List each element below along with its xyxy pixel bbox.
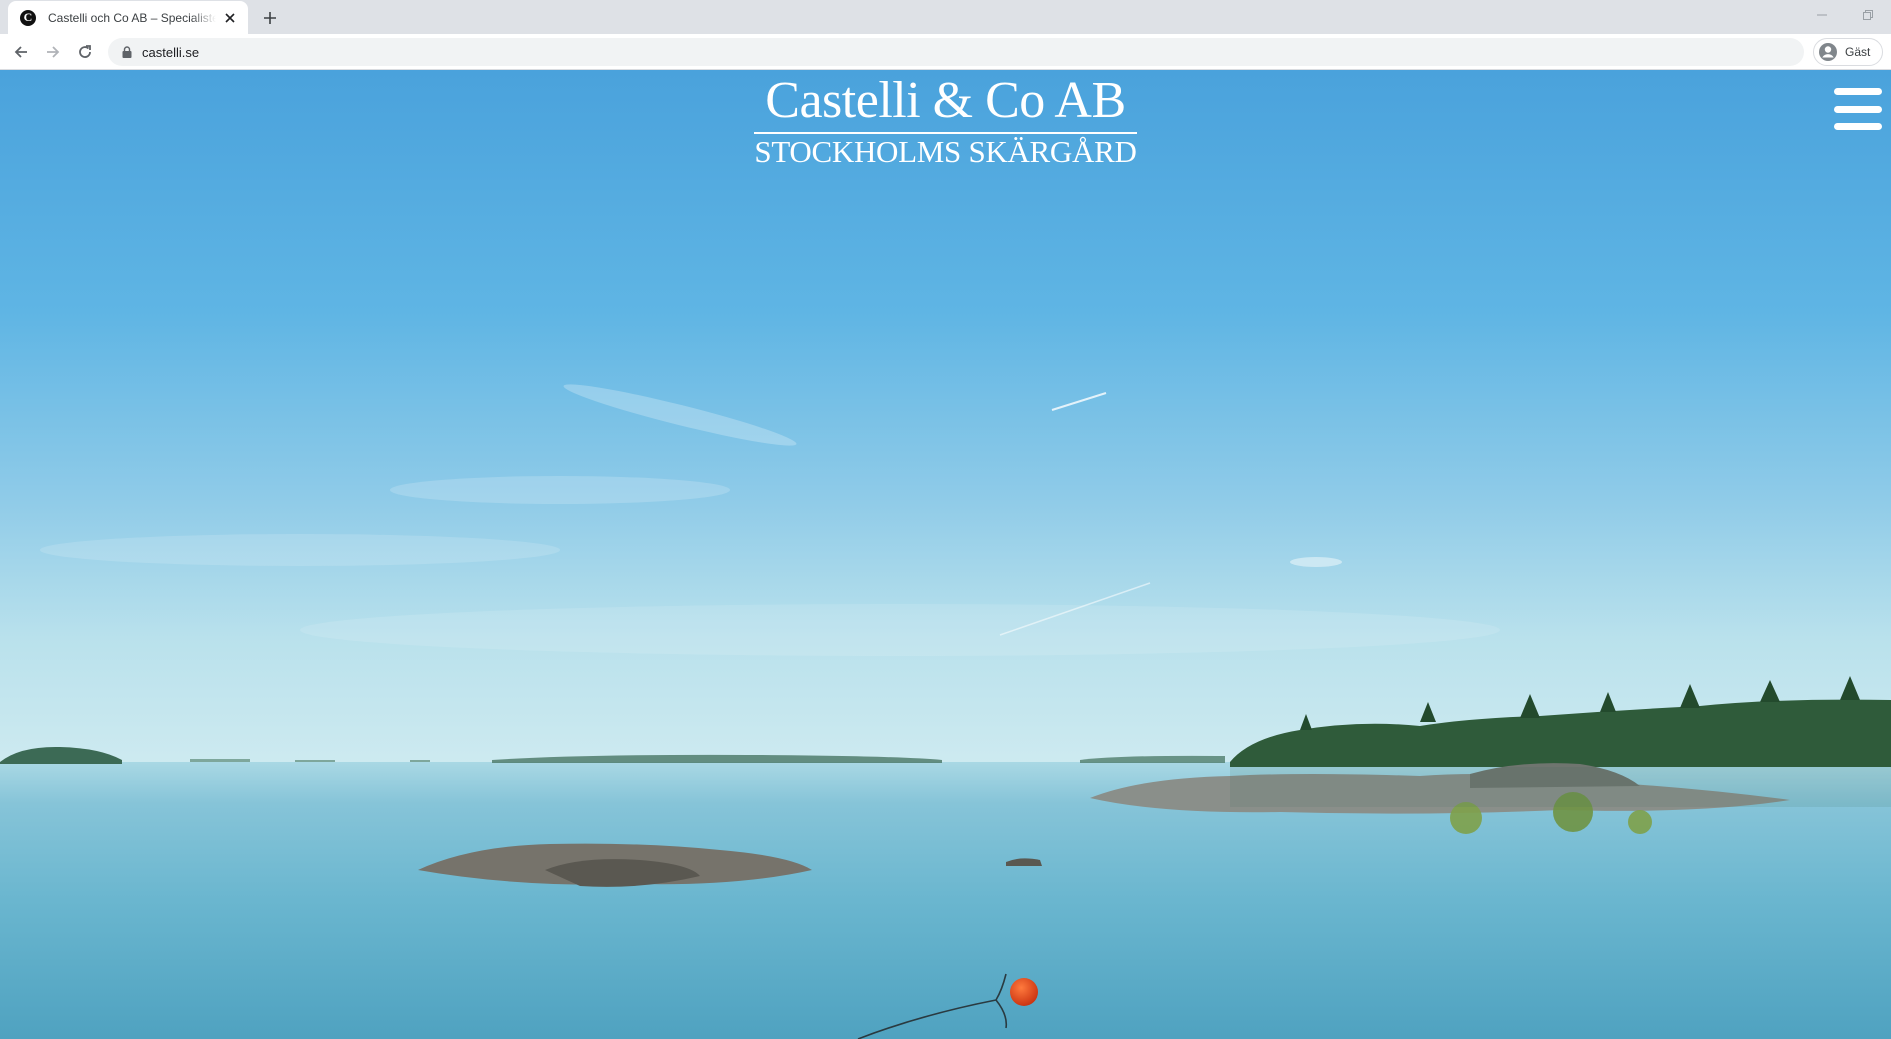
url-text[interactable]: castelli.se	[142, 45, 199, 60]
back-button[interactable]	[9, 40, 33, 64]
browser-tab[interactable]: C Castelli och Co AB – Specialister på S…	[8, 1, 248, 34]
menu-bar	[1834, 123, 1882, 130]
address-bar[interactable]: castelli.se	[108, 38, 1804, 66]
menu-bar	[1834, 88, 1882, 95]
profile-label: Gäst	[1845, 45, 1871, 59]
arrow-right-icon	[47, 46, 60, 58]
new-tab-button[interactable]	[258, 6, 282, 30]
close-icon[interactable]	[222, 10, 238, 26]
logo-subtitle: STOCKHOLMS SKÄRGÅRD	[754, 134, 1137, 169]
logo-name: Castelli & Co AB	[765, 72, 1126, 129]
tab-strip: C Castelli och Co AB – Specialister på S…	[0, 0, 1891, 34]
restore-button[interactable]	[1845, 0, 1891, 30]
tab-title: Castelli och Co AB – Specialister på Sto…	[48, 10, 216, 25]
page-viewport: Castelli & Co AB STOCKHOLMS SKÄRGÅRD	[0, 70, 1891, 1039]
minimize-icon	[1817, 14, 1827, 16]
reload-icon	[79, 45, 91, 58]
account-circle-icon	[1819, 43, 1837, 61]
lock-icon[interactable]	[122, 46, 132, 58]
profile-button[interactable]: Gäst	[1813, 38, 1883, 66]
menu-bar	[1834, 105, 1882, 113]
hamburger-menu-icon[interactable]	[1834, 88, 1882, 130]
restore-icon	[1863, 10, 1873, 20]
site-header: Castelli & Co AB STOCKHOLMS SKÄRGÅRD	[0, 70, 1891, 170]
browser-toolbar: castelli.se Gäst	[0, 34, 1891, 70]
plus-icon	[264, 12, 276, 24]
hero-image	[0, 70, 1891, 1039]
reload-button[interactable]	[73, 40, 97, 64]
window-controls	[1799, 0, 1891, 30]
forward-button[interactable]	[41, 40, 65, 64]
arrow-left-icon	[14, 46, 27, 58]
site-favicon-icon: C	[20, 9, 36, 26]
site-logo[interactable]: Castelli & Co AB STOCKHOLMS SKÄRGÅRD	[754, 72, 1137, 170]
minimize-button[interactable]	[1799, 0, 1845, 30]
